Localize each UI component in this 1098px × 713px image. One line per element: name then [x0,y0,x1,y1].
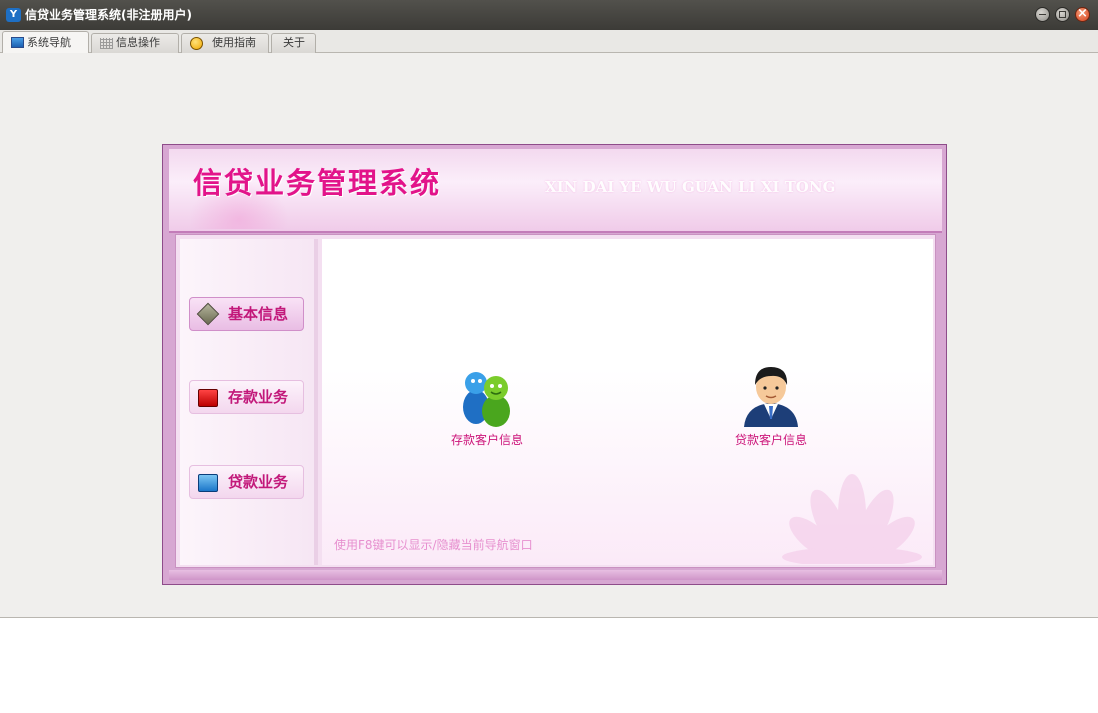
nav-basic-info[interactable]: 基本信息 [189,297,304,331]
tab-user-guide[interactable]: 使用指南 [181,33,269,53]
loan-monitor-icon [198,474,218,492]
tile-label: 贷款客户信息 [734,433,807,447]
app-logo-icon: Y [6,8,21,22]
panel-bottom-strip [169,570,942,580]
tab-label: 使用指南 [212,36,256,49]
system-subtitle: XIN DAI YE WU GUAN LI XI TONG [545,178,836,196]
tab-system-nav[interactable]: 系统导航 [2,31,89,53]
close-button[interactable] [1075,7,1090,22]
nav-deposit[interactable]: 存款业务 [189,380,304,414]
f8-hint: 使用F8键可以显示/隐藏当前导航窗口 [334,538,533,552]
title-bar[interactable]: Y 信贷业务管理系统(非注册用户) [0,0,1098,30]
tab-bar: 系统导航 信息操作 使用指南 关于 [0,30,1098,53]
window-title: 信贷业务管理系统(非注册用户) [25,8,192,22]
nav-label: 基本信息 [228,305,289,323]
nav-label: 贷款业务 [228,473,289,491]
minimize-button[interactable] [1035,7,1050,22]
tab-label: 系统导航 [27,36,71,49]
navigation-panel: 信贷业务管理系统 XIN DAI YE WU GUAN LI XI TONG 基… [162,144,947,585]
panel-body: 基本信息 存款业务 贷款业务 存款客户信息 贷款客户信息 使用F8键可以显示/隐… [175,234,936,568]
system-title: 信贷业务管理系统 [193,166,442,200]
monitor-icon [11,37,24,48]
maximize-button[interactable] [1055,7,1070,22]
businessman-icon [744,367,798,427]
tab-about[interactable]: 关于 [271,33,316,53]
nav-label: 存款业务 [228,388,289,406]
tab-info-ops[interactable]: 信息操作 [91,33,179,53]
left-nav: 基本信息 存款业务 贷款业务 [180,239,318,565]
tile-label: 存款客户信息 [450,433,523,447]
tab-label: 关于 [283,36,305,49]
deposit-icon [198,389,218,407]
lotus-decoration [782,474,922,564]
nav-loan[interactable]: 贷款业务 [189,465,304,499]
tab-label: 信息操作 [116,36,160,49]
info-diamond-icon [196,302,220,326]
smiley-icon [190,37,203,50]
app-window: Y 信贷业务管理系统(非注册用户) 系统导航 信息操作 使用指南 关于 信贷业务… [0,0,1098,618]
two-users-icon [463,372,510,427]
grid-icon [100,38,113,49]
banner: 信贷业务管理系统 XIN DAI YE WU GUAN LI XI TONG [169,149,942,233]
main-area: 存款客户信息 贷款客户信息 使用F8键可以显示/隐藏当前导航窗口 [322,239,933,565]
